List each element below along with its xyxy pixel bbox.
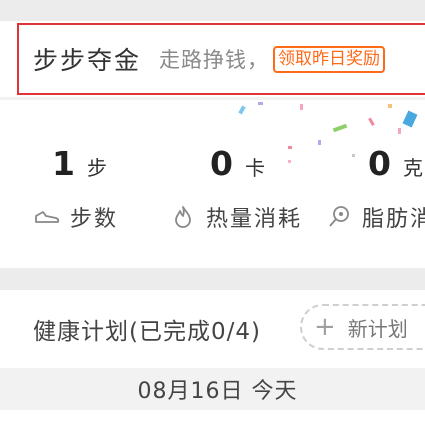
- date-label: 08月16日 今天: [137, 379, 298, 404]
- fat-value: 0 克: [368, 144, 423, 183]
- top-divider: [0, 0, 425, 21]
- fat-number: 0: [368, 144, 391, 183]
- health-plan-title: 健康计划(已完成0/4): [33, 319, 261, 345]
- new-plan-label: 新计划: [347, 316, 408, 341]
- date-bar: 08月16日 今天: [0, 368, 425, 410]
- calories-label: 热量消耗: [206, 207, 303, 232]
- plus-icon: +: [314, 312, 336, 342]
- stats-panel: 1 步 0 卡 0 克 步数 热量消耗 脂肪消耗: [0, 100, 425, 268]
- fat-label: 脂肪消耗: [362, 207, 425, 232]
- new-plan-button[interactable]: + 新计划: [300, 304, 425, 350]
- steps-value: 1 步: [52, 144, 107, 183]
- app-root: 步步夺金 走路挣钱， 领取昨日奖励 1 步 0 卡 0 克 步数 热量消耗 脂肪…: [0, 0, 425, 428]
- claim-reward-button[interactable]: 领取昨日奖励: [273, 45, 386, 73]
- fat-icon: [326, 204, 352, 230]
- flame-icon: [170, 204, 196, 230]
- promo-title: 步步夺金: [33, 46, 142, 75]
- calories-value: 0 卡: [210, 144, 265, 183]
- stats-divider: [0, 268, 425, 290]
- calories-label-group: 热量消耗: [170, 201, 302, 233]
- shoe-icon: [34, 204, 60, 230]
- calories-number: 0: [210, 144, 233, 183]
- calories-unit: 卡: [244, 156, 265, 180]
- steps-number: 1: [52, 144, 75, 183]
- fat-unit: 克: [402, 156, 423, 180]
- promo-subtitle: 走路挣钱，: [159, 48, 270, 72]
- steps-label-group: 步数: [34, 201, 118, 233]
- steps-unit: 步: [86, 156, 107, 180]
- confetti-decoration: [238, 102, 418, 163]
- health-plan-row: 健康计划(已完成0/4) + 新计划: [0, 290, 425, 368]
- steps-label: 步数: [70, 207, 119, 232]
- promo-banner[interactable]: 步步夺金 走路挣钱， 领取昨日奖励: [17, 23, 425, 95]
- fat-label-group: 脂肪消耗: [326, 201, 425, 233]
